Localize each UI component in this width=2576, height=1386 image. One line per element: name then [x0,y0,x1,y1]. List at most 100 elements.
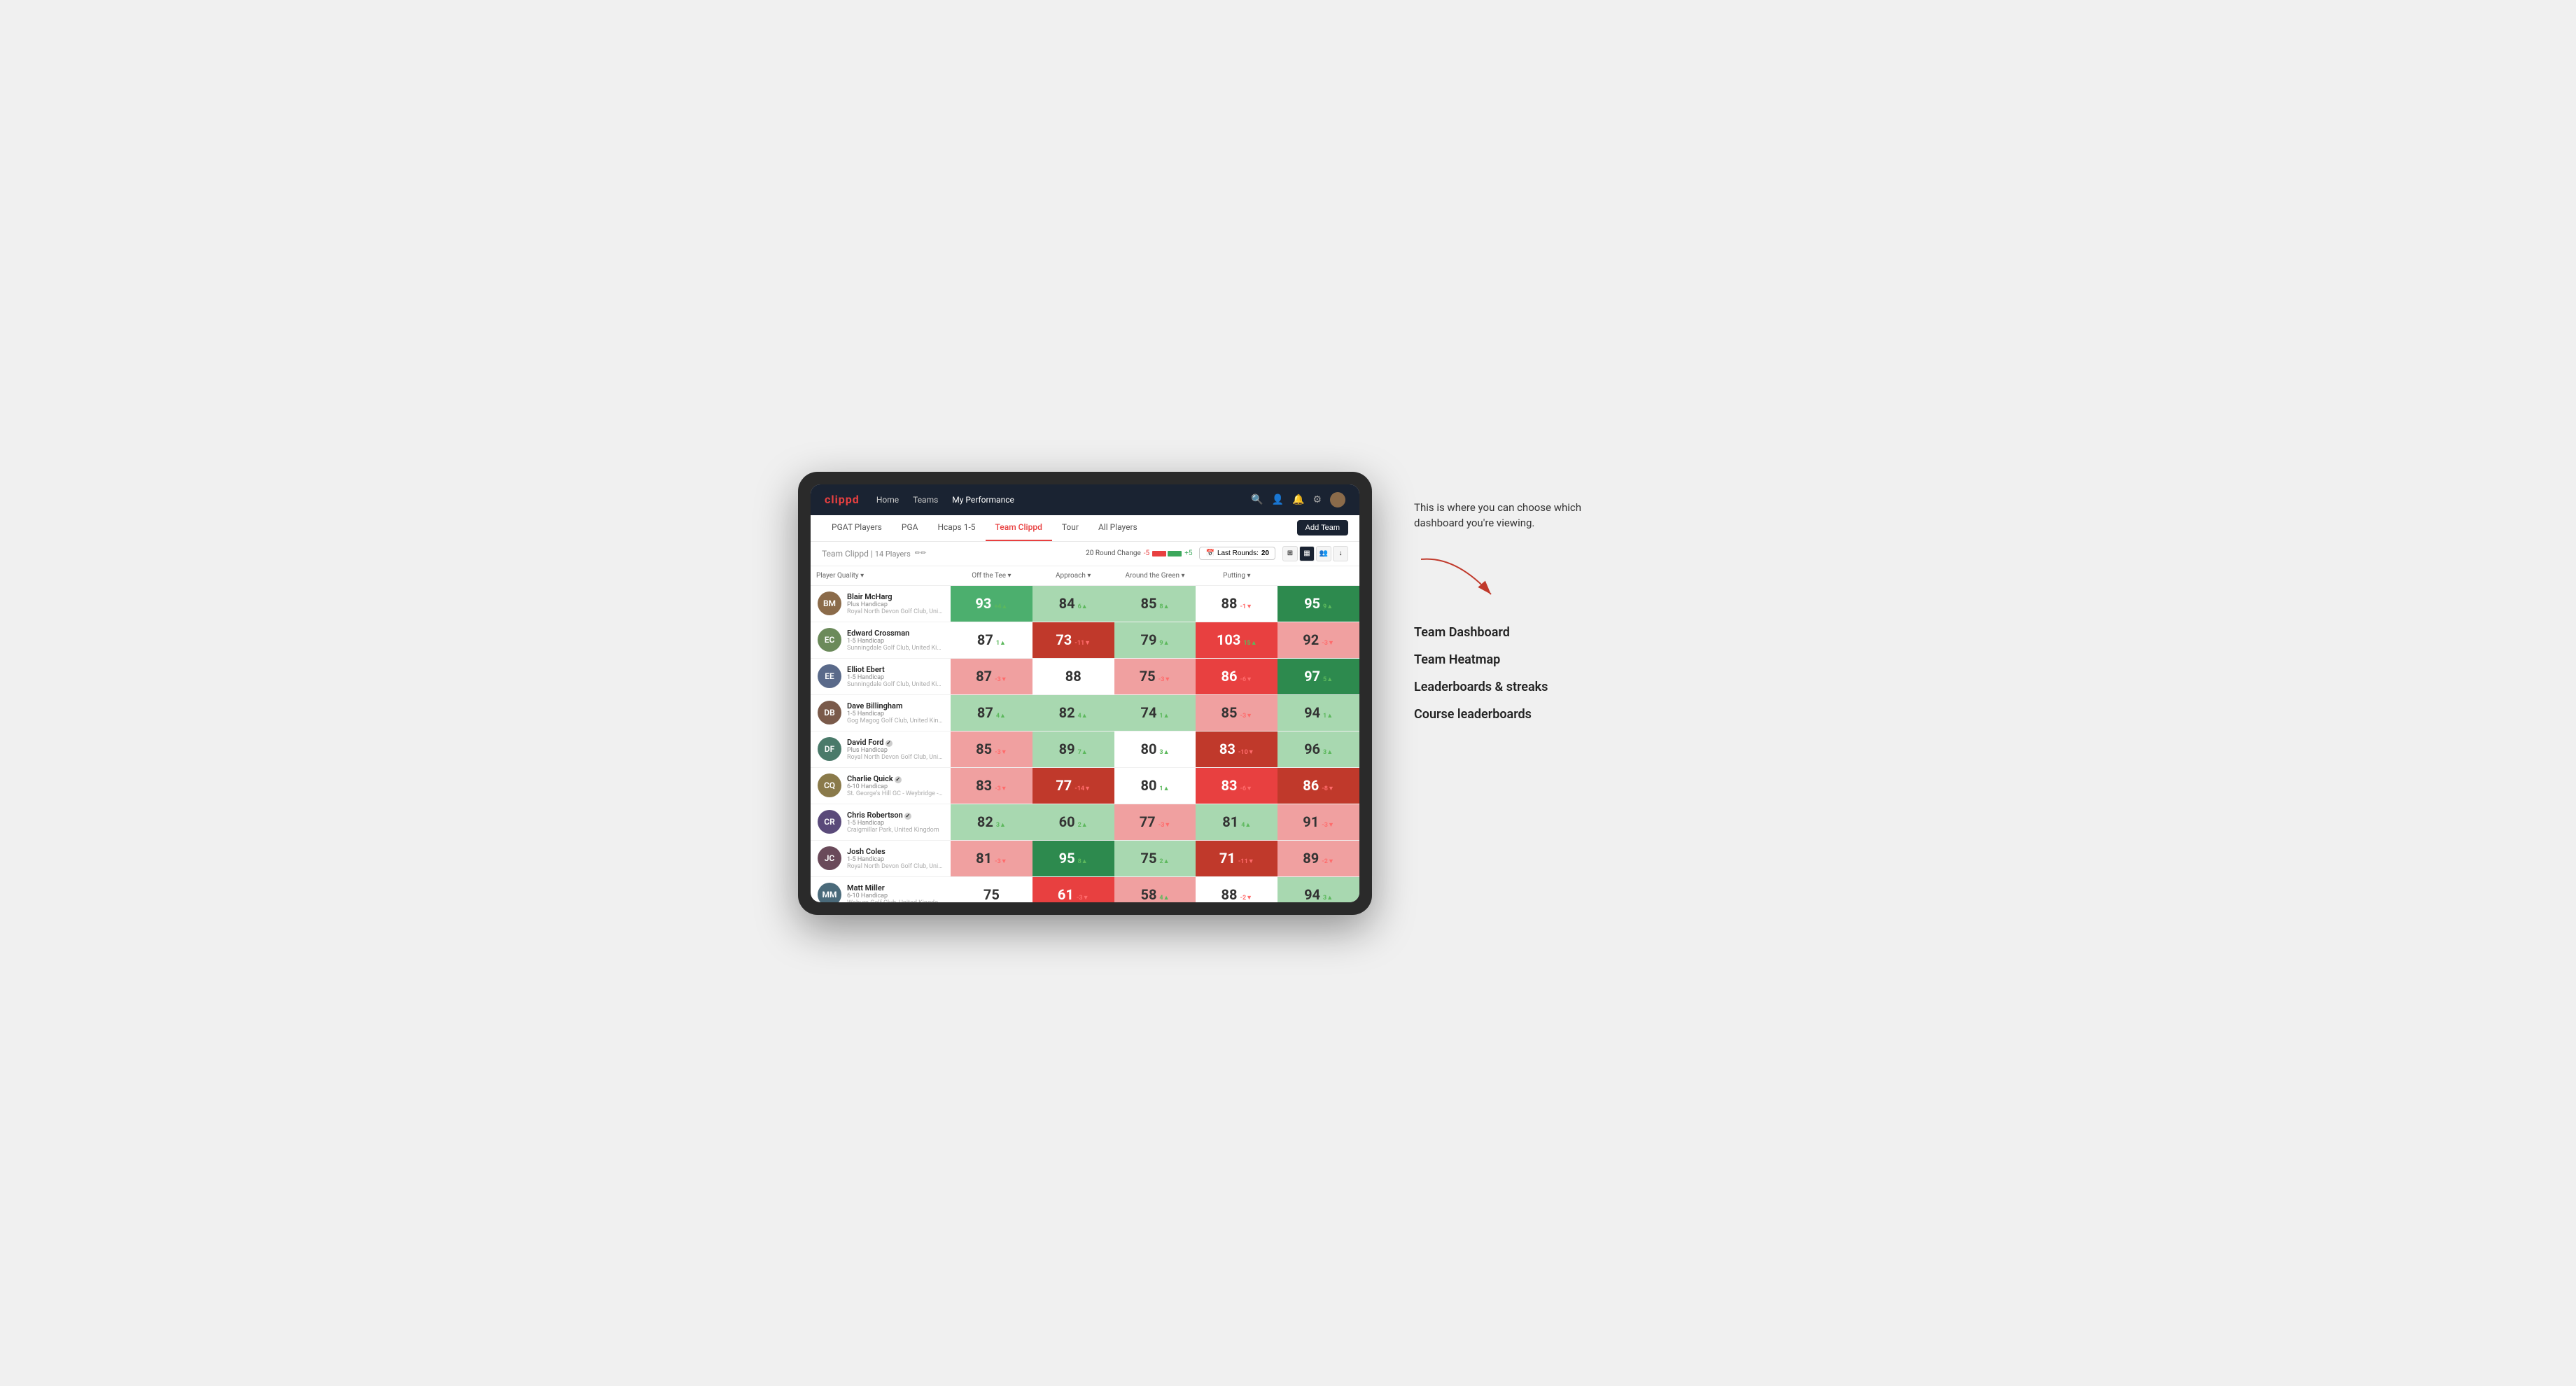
last-rounds-button[interactable]: 📅 Last Rounds: 20 [1199,547,1275,560]
avatar: CQ [818,774,841,797]
table-row[interactable]: JCJosh Coles1-5 HandicapRoyal North Devo… [811,841,1359,877]
table-row[interactable]: CQCharlie Quick✓6-10 HandicapSt. George'… [811,768,1359,804]
score-wrapper: 93+4▲ [975,595,1007,612]
score-cell: 93+4▲ [951,586,1032,622]
score-wrapper: 89-2▼ [1303,850,1334,867]
score-delta: -10▼ [1238,748,1254,756]
score-delta: -3▼ [1240,712,1252,720]
score-delta: 4▲ [1078,712,1088,720]
score-value: 77 [1056,777,1072,794]
score-cell: 602▲ [1032,804,1114,840]
player-name: Chris Robertson✓ [847,811,944,820]
score-cell: 943▲ [1278,877,1359,902]
avatar-view-button[interactable]: 👥 [1316,546,1331,561]
score-cell: 83-10▼ [1196,732,1278,767]
edit-team-icon[interactable]: ✏ [915,550,927,557]
tab-hcaps[interactable]: Hcaps 1-5 [927,514,985,541]
score-wrapper: 81-3▼ [976,850,1007,867]
data-table: Player Quality ▾ Off the Tee ▾ Approach … [811,566,1359,902]
table-row[interactable]: BMBlair McHargPlus HandicapRoyal North D… [811,586,1359,622]
verified-badge: ✓ [904,813,911,820]
score-delta: 2▲ [1159,858,1169,865]
score-wrapper: 86-8▼ [1303,777,1334,794]
avatar: MM [818,883,841,902]
score-delta: 5▲ [1323,676,1333,683]
score-delta: 4▲ [996,712,1006,720]
nav-home[interactable]: Home [876,495,899,505]
verified-badge: ✓ [895,776,902,783]
table-row[interactable]: ECEdward Crossman1-5 HandicapSunningdale… [811,622,1359,659]
score-value: 86 [1222,668,1238,685]
table-row[interactable]: DFDavid Ford✓Plus HandicapRoyal North De… [811,732,1359,768]
tab-tour[interactable]: Tour [1052,514,1088,541]
score-delta: 2▲ [1078,821,1088,829]
score-delta: -3▼ [995,785,1007,792]
score-cell: 823▲ [951,804,1032,840]
tab-pgat-players[interactable]: PGAT Players [822,514,892,541]
score-value: 86 [1303,777,1319,794]
option-team-heatmap[interactable]: Team Heatmap [1414,652,1778,667]
player-name: Charlie Quick✓ [847,774,944,783]
score-cell: 88 [1032,659,1114,694]
score-wrapper: 10315▲ [1217,631,1257,648]
download-button[interactable]: ↓ [1333,546,1348,561]
option-leaderboards[interactable]: Leaderboards & streaks [1414,680,1778,694]
score-value: 84 [1059,595,1075,612]
nav-my-performance[interactable]: My Performance [952,495,1014,505]
grid-view-button[interactable]: ⊞ [1282,546,1298,561]
score-wrapper: 897▲ [1059,741,1088,757]
score-value: 92 [1303,631,1319,648]
tab-team-clippd[interactable]: Team Clippd [986,514,1052,541]
score-value: 87 [977,631,993,648]
score-value: 93 [975,595,991,612]
settings-icon[interactable]: ⚙ [1312,494,1322,505]
tab-pga[interactable]: PGA [892,514,928,541]
add-team-button[interactable]: Add Team [1297,520,1348,536]
score-wrapper: 86-6▼ [1222,668,1253,685]
score-delta: 4▲ [1159,894,1169,902]
search-icon[interactable]: 🔍 [1251,494,1263,505]
tab-all-players[interactable]: All Players [1088,514,1147,541]
col-header-player: Player Quality ▾ [811,569,951,582]
table-row[interactable]: MMMatt Miller6-10 HandicapWoburn Golf Cl… [811,877,1359,902]
player-handicap: Plus Handicap [847,747,944,754]
score-wrapper: 77-14▼ [1056,777,1091,794]
score-wrapper: 958▲ [1059,850,1088,867]
option-course-leaderboards[interactable]: Course leaderboards [1414,707,1778,722]
score-cell: 814▲ [1196,804,1278,840]
nav-icons: 🔍 👤 🔔 ⚙ [1251,492,1345,507]
score-cell: 89-2▼ [1278,841,1359,876]
nav-links: Home Teams My Performance [876,495,1234,505]
score-value: 88 [1222,595,1238,612]
score-delta: -3▼ [1158,676,1171,683]
score-value: 96 [1304,741,1320,757]
avatar: CR [818,810,841,834]
avatar-icon[interactable] [1330,492,1345,507]
score-value: 83 [1222,777,1238,794]
player-handicap: 6-10 Handicap [847,892,944,899]
table-row[interactable]: DBDave Billingham1-5 HandicapGog Magog G… [811,695,1359,732]
nav-teams[interactable]: Teams [913,495,938,505]
score-cell: 584▲ [1114,877,1196,902]
score-delta: +4▲ [994,603,1007,610]
score-cell: 86-6▼ [1196,659,1278,694]
table-row[interactable]: EEElliot Ebert1-5 HandicapSunningdale Go… [811,659,1359,695]
score-cell: 81-3▼ [951,841,1032,876]
score-value: 75 [1140,668,1156,685]
score-wrapper: 824▲ [1059,704,1088,721]
player-club: Gog Magog Golf Club, United Kingdom [847,718,944,724]
table-row[interactable]: CRChris Robertson✓1-5 HandicapCraigmilla… [811,804,1359,841]
option-team-dashboard[interactable]: Team Dashboard [1414,625,1778,640]
table-view-button[interactable]: ▦ [1299,546,1315,561]
player-club: Craigmillar Park, United Kingdom [847,827,944,834]
score-value: 91 [1303,813,1319,830]
person-icon[interactable]: 👤 [1272,494,1284,505]
bell-icon[interactable]: 🔔 [1292,494,1304,505]
score-wrapper: 584▲ [1140,886,1169,902]
team-header: Team Clippd | 14 Players ✏ 20 Round Chan… [811,542,1359,566]
player-club: Sunningdale Golf Club, United Kingdom [847,645,944,652]
player-handicap: 1-5 Handicap [847,674,944,681]
score-wrapper: 741▲ [1140,704,1169,721]
player-cell: MMMatt Miller6-10 HandicapWoburn Golf Cl… [811,877,951,902]
score-value: 85 [1140,595,1156,612]
